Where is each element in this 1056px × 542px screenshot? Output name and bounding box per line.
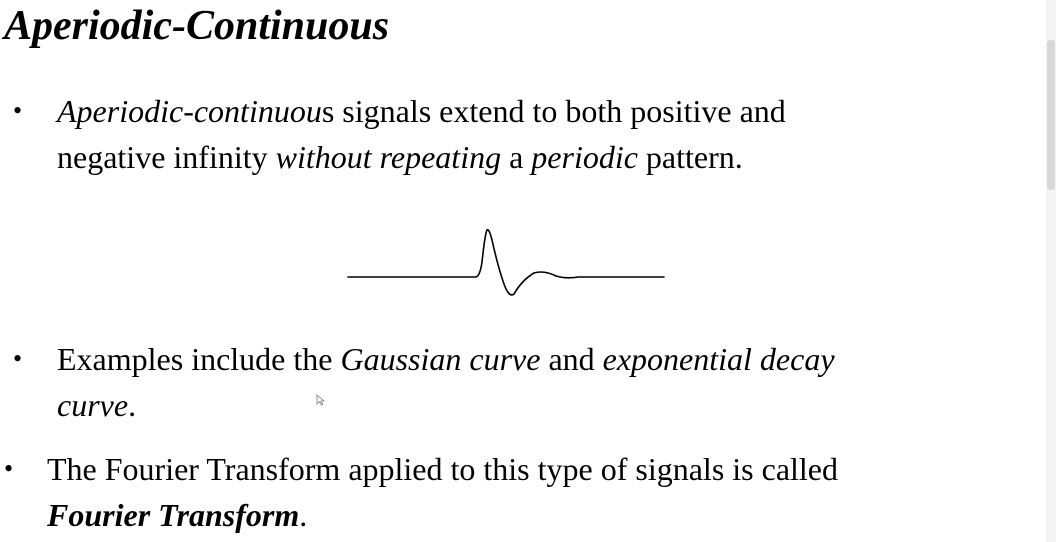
scrollbar-thumb[interactable]: [1047, 40, 1055, 190]
bullet-mark: •: [13, 344, 23, 373]
aperiodic-signal-waveform: [347, 228, 665, 296]
italic-term: without repeating: [275, 139, 502, 175]
bullet-mark: •: [4, 454, 14, 483]
slide-title: Aperiodic-Continuous: [4, 3, 390, 49]
slide: Aperiodic-Continuous • Aperiodic-continu…: [0, 0, 1056, 542]
italic-term: curve: [57, 387, 129, 423]
bullet-line: curve.: [57, 382, 835, 428]
text-run: s signals extend to both positive and: [321, 93, 786, 129]
bullet-mark: •: [13, 96, 23, 125]
mouse-cursor-icon: [316, 394, 326, 406]
bullet-line: Fourier Transform.: [47, 492, 838, 538]
text-run: a: [501, 139, 532, 175]
bold-italic-term: Fourier Transform: [47, 497, 300, 533]
text-run: .: [299, 497, 308, 533]
text-run: .: [128, 387, 137, 423]
italic-term: exponential decay: [602, 341, 835, 377]
text-run: negative infinity: [57, 139, 276, 175]
bullet-text: The Fourier Transform applied to this ty…: [47, 446, 838, 538]
waveform-line: [347, 228, 665, 296]
italic-term: Gaussian curve: [340, 341, 541, 377]
text-run: pattern.: [637, 139, 743, 175]
bullet-line: negative infinity without repeating a pe…: [57, 134, 786, 180]
text-run: Examples include the: [57, 341, 341, 377]
bullet-text: Aperiodic-continuous signals extend to b…: [57, 88, 786, 180]
bullet-line: Aperiodic-continuous signals extend to b…: [57, 88, 786, 134]
bullet-text: Examples include the Gaussian curve and …: [57, 336, 835, 428]
italic-term: periodic: [531, 139, 638, 175]
text-run: and: [540, 341, 603, 377]
italic-term: Aperiodic-continuou: [57, 93, 322, 129]
bullet-line: Examples include the Gaussian curve and …: [57, 336, 835, 382]
bullet-line: The Fourier Transform applied to this ty…: [47, 446, 838, 492]
vertical-scrollbar[interactable]: [1046, 0, 1056, 542]
text-run: The Fourier Transform applied to this ty…: [47, 451, 838, 487]
